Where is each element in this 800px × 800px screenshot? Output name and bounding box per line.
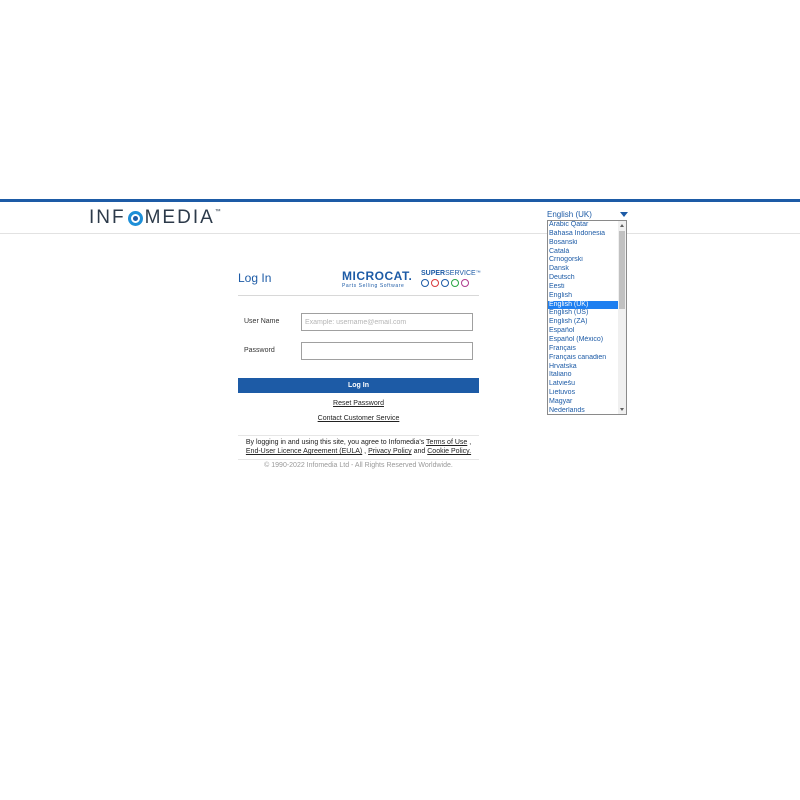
title-divider <box>238 295 479 296</box>
language-option[interactable]: Dansk <box>548 265 619 274</box>
eula-link[interactable]: End-User Licence Agreement (EULA) <box>246 448 362 455</box>
header-divider <box>0 233 800 234</box>
privacy-policy-link[interactable]: Privacy Policy <box>368 448 412 455</box>
infomedia-logo: INF MEDIA ™ <box>89 206 221 230</box>
microcat-logo-tagline: Parts Selling Software <box>342 283 405 289</box>
logo-text-right: MEDIA <box>144 207 215 228</box>
language-option[interactable]: Hrvatska <box>548 363 619 372</box>
password-label: Password <box>244 347 275 354</box>
scrollbar-thumb[interactable] <box>619 231 625 309</box>
language-option[interactable]: English <box>548 292 619 301</box>
microcat-logo-name: MICROCAT. <box>342 269 413 283</box>
ss-icon-5-icon <box>461 279 469 287</box>
terms-prefix: By logging in and using this site, you a… <box>245 439 425 446</box>
logo-trademark: ™ <box>214 209 221 215</box>
username-label: User Name <box>244 318 280 325</box>
password-input[interactable] <box>301 342 473 360</box>
ss-icon-2-icon <box>431 279 439 287</box>
superservice-icons <box>421 279 481 287</box>
superservice-logo-name: SUPERSERVICE™ <box>421 270 481 277</box>
terms-notice: By logging in and using this site, you a… <box>245 439 472 455</box>
chevron-down-icon <box>620 211 628 217</box>
language-options: Arabic Qatar Bahasa Indonesia Bosanski Cata… <box>548 221 619 414</box>
terms-divider-bottom <box>238 459 479 460</box>
language-option[interactable]: Bosanski <box>548 239 619 248</box>
superservice-rest-text: SERVICE <box>445 270 476 277</box>
language-select-value: English (UK) <box>547 209 592 219</box>
microcat-logo: MICROCAT. Parts Selling Software <box>342 269 412 289</box>
username-input[interactable] <box>301 313 473 331</box>
language-option[interactable]: Español (México) <box>548 336 619 345</box>
page-title: Log In <box>238 271 272 285</box>
terms-of-use-link[interactable]: Terms of Use <box>426 439 467 446</box>
top-accent-bar <box>0 199 800 202</box>
language-option[interactable]: Magyar <box>548 398 619 407</box>
superservice-trademark: ™ <box>475 270 481 276</box>
language-option[interactable]: Arabic Qatar <box>548 221 619 230</box>
ss-icon-3-icon <box>441 279 449 287</box>
language-option[interactable]: English (US) <box>548 309 619 318</box>
language-option[interactable]: Français canadien <box>548 354 619 363</box>
reset-password-link[interactable]: Reset Password <box>238 400 479 407</box>
cookie-policy-link[interactable]: Cookie Policy. <box>427 448 471 455</box>
copyright-text: © 1990-2022 Infomedia Ltd - All Rights R… <box>264 462 453 469</box>
language-option[interactable]: Lietuvos <box>548 389 619 398</box>
contact-customer-service-link[interactable]: Contact Customer Service <box>238 415 479 422</box>
language-option[interactable]: Deutsch <box>548 274 619 283</box>
language-select[interactable]: English (UK) <box>547 208 629 220</box>
login-button[interactable]: Log In <box>238 378 479 393</box>
language-option[interactable]: English (UK) <box>548 300 619 310</box>
scroll-down-icon[interactable] <box>620 408 624 411</box>
language-option[interactable]: Français <box>548 345 619 354</box>
language-option[interactable]: English (ZA) <box>548 318 619 327</box>
language-option[interactable]: Español <box>548 327 619 336</box>
terms-divider-top <box>238 435 479 436</box>
language-option[interactable]: Italiano <box>548 371 619 380</box>
superservice-bold-text: SUPER <box>421 270 446 277</box>
language-option[interactable]: Bahasa Indonesia <box>548 230 619 239</box>
superservice-logo: SUPERSERVICE™ <box>421 270 481 287</box>
language-option[interactable]: Latviešu <box>548 380 619 389</box>
terms-and: and <box>413 448 426 455</box>
scroll-up-icon[interactable] <box>620 224 624 227</box>
logo-o-icon <box>127 210 143 226</box>
ss-icon-1-icon <box>421 279 429 287</box>
ss-icon-4-icon <box>451 279 459 287</box>
language-option[interactable]: Nederlands <box>548 407 619 414</box>
logo-text-left: INF <box>89 207 126 228</box>
dropdown-scrollbar[interactable] <box>618 221 626 414</box>
language-option[interactable]: Eesti <box>548 283 619 292</box>
language-option[interactable]: Crnogorski <box>548 256 619 265</box>
language-dropdown-list[interactable]: Arabic Qatar Bahasa Indonesia Bosanski Cata… <box>547 220 627 415</box>
language-option[interactable]: Català <box>548 248 619 257</box>
